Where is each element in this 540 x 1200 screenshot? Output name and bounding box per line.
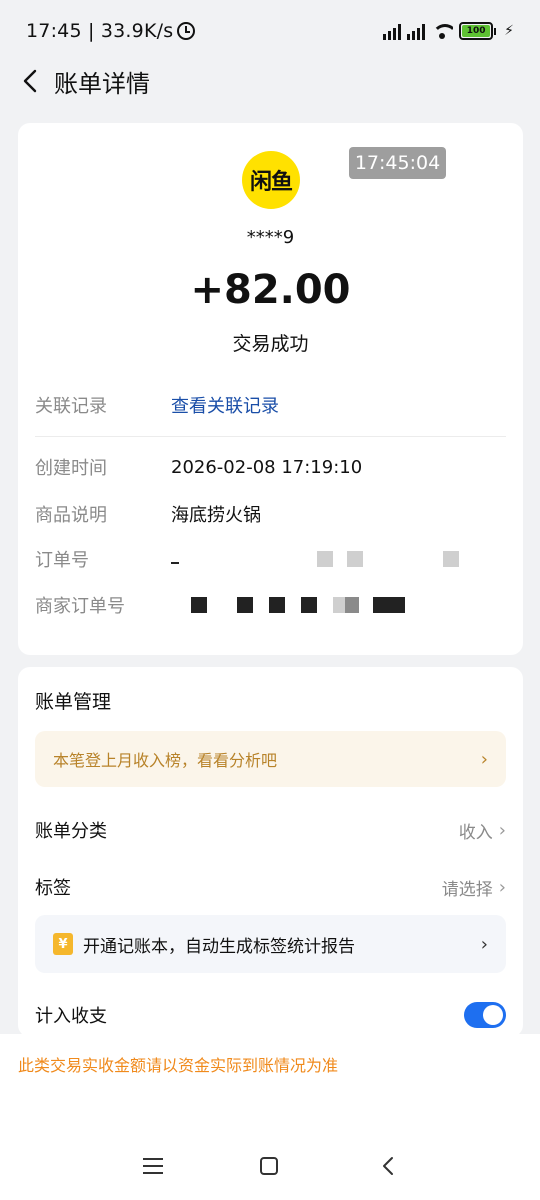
related-record-label: 关联记录 <box>35 396 107 417</box>
related-record-row: 关联记录 查看关联记录 <box>35 390 506 420</box>
battery-icon: 100 <box>459 22 497 40</box>
settlement-notice: 此类交易实收金额请以资金实际到账情况为准 <box>18 1056 339 1075</box>
tag-row[interactable]: 标签 请选择 › <box>35 869 506 905</box>
nav-back-icon[interactable] <box>378 1155 398 1177</box>
time-badge: 17:45:04 <box>349 147 446 179</box>
bill-summary-card: 闲鱼 17:45:04 ****9 +82.00 交易成功 关联记录 查看关联记… <box>18 123 523 655</box>
include-in-stats-label: 计入收支 <box>35 1006 107 1027</box>
order-number-row: 订单号 <box>35 544 506 574</box>
open-ledger-text: 开通记账本，自动生成标签统计报告 <box>83 936 355 957</box>
order-number-masked <box>171 551 459 567</box>
battery-level: 100 <box>462 25 491 37</box>
home-square-icon[interactable] <box>260 1157 278 1175</box>
transaction-status: 交易成功 <box>232 333 309 355</box>
bottom-panel: 此类交易实收金额请以资金实际到账情况为准 <box>0 1034 540 1200</box>
merchant-order-masked <box>171 597 405 613</box>
system-nav-bar <box>0 1144 540 1194</box>
status-time: 17:45 <box>26 20 82 42</box>
status-bar: 17:45 | 33.9K/s 100 ⚡ <box>0 0 540 62</box>
goods-description-value: 海底捞火锅 <box>171 505 261 526</box>
open-ledger-content: ¥ 开通记账本，自动生成标签统计报告 <box>53 932 355 957</box>
tag-value: 请选择 <box>441 879 493 900</box>
chevron-right-icon: › <box>480 748 488 770</box>
bill-category-label: 账单分类 <box>35 821 107 842</box>
include-in-stats-toggle[interactable] <box>464 1002 506 1028</box>
page-title: 账单详情 <box>54 70 150 98</box>
income-ranking-text: 本笔登上月收入榜，看看分析吧 <box>53 751 278 770</box>
income-ranking-banner[interactable]: 本笔登上月收入榜，看看分析吧 › <box>35 731 506 787</box>
view-related-records-link[interactable]: 查看关联记录 <box>171 392 279 418</box>
order-number-label: 订单号 <box>35 550 89 571</box>
counterparty-name: ****9 <box>246 227 295 248</box>
tag-label: 标签 <box>35 878 71 899</box>
merchant-order-label: 商家订单号 <box>35 596 125 617</box>
wifi-icon <box>431 22 454 40</box>
created-time-row: 创建时间 2026-02-08 17:19:10 <box>35 452 506 482</box>
created-time-label: 创建时间 <box>35 458 107 479</box>
chevron-right-icon: › <box>480 933 488 955</box>
status-left: 17:45 | 33.9K/s <box>26 20 196 42</box>
menu-icon[interactable] <box>143 1158 163 1174</box>
status-right: 100 ⚡ <box>383 22 514 40</box>
bill-category-selector[interactable]: 收入 › <box>459 818 506 843</box>
status-separator: | <box>81 20 101 42</box>
created-time-value: 2026-02-08 17:19:10 <box>171 456 363 478</box>
open-ledger-banner[interactable]: ¥ 开通记账本，自动生成标签统计报告 › <box>35 915 506 973</box>
include-in-stats-row: 计入收支 <box>35 997 506 1033</box>
alarm-clock-icon <box>177 22 196 40</box>
merchant-order-row: 商家订单号 <box>35 590 506 620</box>
chevron-right-icon: › <box>498 819 506 841</box>
bill-management-card: 账单管理 本笔登上月收入榜，看看分析吧 › 账单分类 收入 › 标签 请选择 ›… <box>18 667 523 1037</box>
merchant-logo: 闲鱼 <box>242 151 300 209</box>
charging-icon: ⚡ <box>504 23 514 39</box>
bill-category-row[interactable]: 账单分类 收入 › <box>35 812 506 848</box>
tag-selector[interactable]: 请选择 › <box>442 875 506 900</box>
net-speed: 33.9K/s <box>100 20 174 42</box>
goods-description-row: 商品说明 海底捞火锅 <box>35 499 506 529</box>
back-arrow-icon[interactable] <box>18 67 46 95</box>
chevron-right-icon: › <box>498 876 506 898</box>
divider <box>35 436 506 437</box>
amount: +82.00 <box>190 267 351 313</box>
bill-management-title: 账单管理 <box>35 691 112 713</box>
signal-icon <box>383 22 402 40</box>
ledger-yen-icon: ¥ <box>53 933 73 955</box>
signal-icon-2 <box>407 22 426 40</box>
goods-description-label: 商品说明 <box>35 505 107 526</box>
nav-header: 账单详情 <box>0 62 540 102</box>
bill-category-value: 收入 <box>458 822 493 843</box>
